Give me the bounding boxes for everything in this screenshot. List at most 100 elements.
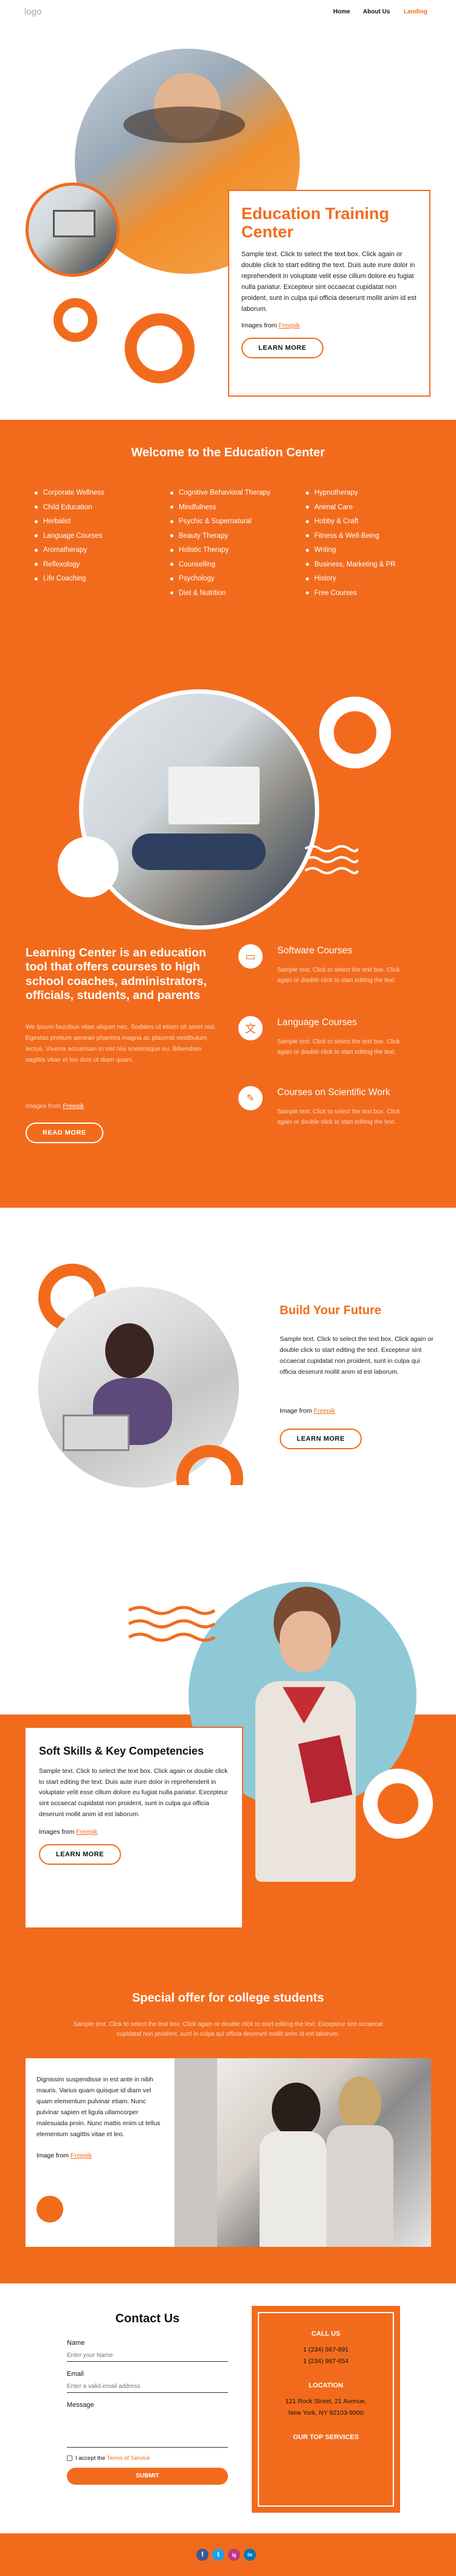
contact-form: Name Email Message I accept the Terms of… xyxy=(67,2339,228,2485)
welcome-list-col1: Corporate Wellness Child Education Herba… xyxy=(35,489,105,590)
name-input[interactable] xyxy=(67,2350,228,2362)
course-text: Sample text. Click to select the text bo… xyxy=(277,1109,400,1126)
welcome-list-col3: Hypnotherapy Animal Care Hobby & Craft F… xyxy=(306,489,396,604)
future-images-from: Image from xyxy=(280,1407,313,1415)
offer-freepik-link[interactable]: Freepik xyxy=(71,2152,92,2159)
list-item[interactable]: Child Education xyxy=(35,504,105,511)
message-label: Message xyxy=(67,2401,94,2409)
white-circle-decor xyxy=(58,837,119,897)
accept-text: I accept the xyxy=(75,2455,106,2462)
list-item[interactable]: Reflexology xyxy=(35,561,105,568)
offer-text: Dignissim suspendisse in est ante in nib… xyxy=(36,2076,161,2139)
phone-2[interactable]: 1 (234) 987-654 xyxy=(259,2358,393,2365)
skills-text: Sample text. Click to select the text bo… xyxy=(39,1767,228,1818)
future-learn-more-button[interactable]: LEARN MORE xyxy=(280,1429,362,1449)
list-item[interactable]: Diet & Nutrition xyxy=(170,590,271,597)
white-waves-decor xyxy=(304,845,359,874)
skills-card: Soft Skills & Key Competencies Sample te… xyxy=(24,1727,243,1929)
twitter-icon[interactable]: t xyxy=(212,2549,224,2561)
list-item[interactable]: Free Courses xyxy=(306,590,396,597)
course-text: Sample text. Click to select the text bo… xyxy=(277,967,400,984)
welcome-title: Welcome to the Education Center xyxy=(131,446,325,459)
white-ring-decor xyxy=(319,697,391,768)
students-photo xyxy=(174,2058,431,2247)
terms-link[interactable]: Terms of Service xyxy=(107,2455,150,2462)
header: logo Home About Us Landing xyxy=(0,0,456,24)
nav-landing[interactable]: Landing xyxy=(404,9,427,15)
email-input[interactable] xyxy=(67,2381,228,2393)
welcome-list-col2: Cognitive Behavioral Therapy Mindfulness… xyxy=(170,489,271,604)
list-item[interactable]: Cognitive Behavioral Therapy xyxy=(170,489,271,496)
list-item[interactable]: Herbalist xyxy=(35,518,105,525)
accept-checkbox[interactable] xyxy=(67,2456,72,2461)
list-item[interactable]: Language Courses xyxy=(35,532,105,540)
list-item[interactable]: Holistic Therapy xyxy=(170,546,271,554)
footer: f t ig in xyxy=(0,2533,456,2576)
hero-learn-more-button[interactable]: LEARN MORE xyxy=(241,338,323,359)
list-item[interactable]: Life Coaching xyxy=(35,575,105,582)
list-item[interactable]: Hobby & Craft xyxy=(306,518,396,525)
list-item[interactable]: Business, Marketing & PR xyxy=(306,561,396,568)
offer-title: Special offer for college students xyxy=(132,1991,324,2005)
name-label: Name xyxy=(67,2339,85,2347)
hero-title: Education Training Center xyxy=(241,204,390,242)
list-item[interactable]: Beauty Therapy xyxy=(170,532,271,540)
book-icon: ✎ xyxy=(238,1086,263,1110)
list-item[interactable]: Animal Care xyxy=(306,504,396,511)
facebook-icon[interactable]: f xyxy=(196,2549,209,2561)
offer-subtitle: Sample text. Click to select the text bo… xyxy=(73,2021,383,2038)
address-line-1: 121 Rock Street, 21 Avenue, xyxy=(285,2398,367,2405)
logo[interactable]: logo xyxy=(24,7,41,17)
skills-learn-more-button[interactable]: LEARN MORE xyxy=(39,1844,121,1865)
phone-1[interactable]: 1 (234) 567-891 xyxy=(259,2346,393,2353)
course-title: Language Courses xyxy=(277,1017,357,1028)
list-item[interactable]: Psychology xyxy=(170,575,271,582)
list-item[interactable]: Counselling xyxy=(170,561,271,568)
course-title: Software Courses xyxy=(277,945,353,956)
offer-images-from: Image from xyxy=(36,2152,69,2160)
monitor-icon: ▭ xyxy=(238,944,263,969)
keyboard-photo xyxy=(79,689,319,930)
instagram-icon[interactable]: ig xyxy=(228,2549,240,2561)
contact-title: Contact Us xyxy=(115,2312,180,2325)
location-title: LOCATION xyxy=(308,2382,344,2389)
message-textarea[interactable] xyxy=(67,2411,228,2448)
hero-freepik-link[interactable]: Freepik xyxy=(278,322,300,329)
list-item[interactable]: Mindfulness xyxy=(170,504,271,511)
list-item[interactable]: Corporate Wellness xyxy=(35,489,105,496)
learning-freepik-link[interactable]: Freepik xyxy=(63,1102,84,1110)
skills-white-ring xyxy=(363,1769,433,1839)
hero-ring-small xyxy=(54,298,97,342)
address-line-2: New York, NY 92103-9000 xyxy=(288,2409,364,2417)
list-item[interactable]: Psychic & Supernatural xyxy=(170,518,271,525)
hero-images-from: Images from xyxy=(241,322,277,330)
learning-text: We ipsum faucibus vitae aliquet nec. Sod… xyxy=(26,1023,216,1063)
contact-info-card: CALL US 1 (234) 567-891 1 (234) 987-654 … xyxy=(252,2306,400,2513)
learning-images-from: Images from xyxy=(26,1102,61,1110)
list-item[interactable]: History xyxy=(306,575,396,582)
nav-about[interactable]: About Us xyxy=(363,9,390,15)
hero-card: Education Training Center Sample text. C… xyxy=(228,190,430,397)
email-label: Email xyxy=(67,2370,84,2378)
skills-freepik-link[interactable]: Freepik xyxy=(76,1828,97,1836)
list-item[interactable]: Aromatherapy xyxy=(35,546,105,554)
list-item[interactable]: Fitness & Well-Being xyxy=(306,532,396,540)
hero-laptop-photo xyxy=(26,183,120,277)
future-freepik-link[interactable]: Freepik xyxy=(314,1407,335,1415)
skills-title: Soft Skills & Key Competencies xyxy=(39,1745,204,1757)
nav-home[interactable]: Home xyxy=(333,9,350,15)
learning-title: Learning Center is an education tool tha… xyxy=(26,946,207,1003)
translate-icon: 文 xyxy=(238,1016,263,1040)
list-item[interactable]: Writing xyxy=(306,546,396,554)
offer-card: Dignissim suspendisse in est ante in nib… xyxy=(26,2058,174,2247)
future-orange-circle-decor xyxy=(176,1445,243,1485)
orange-waves-decor xyxy=(128,1606,216,1642)
read-more-button[interactable]: READ MORE xyxy=(26,1123,103,1143)
services-title: OUR TOP SERVICES xyxy=(292,2434,359,2441)
submit-button[interactable]: SUBMIT xyxy=(67,2468,228,2485)
future-text: Sample text. Click to select the text bo… xyxy=(280,1335,434,1376)
skills-images-from: Images from xyxy=(39,1828,75,1836)
linkedin-icon[interactable]: in xyxy=(244,2549,256,2561)
list-item[interactable]: Hypnotherapy xyxy=(306,489,396,496)
course-text: Sample text. Click to select the text bo… xyxy=(277,1039,400,1056)
